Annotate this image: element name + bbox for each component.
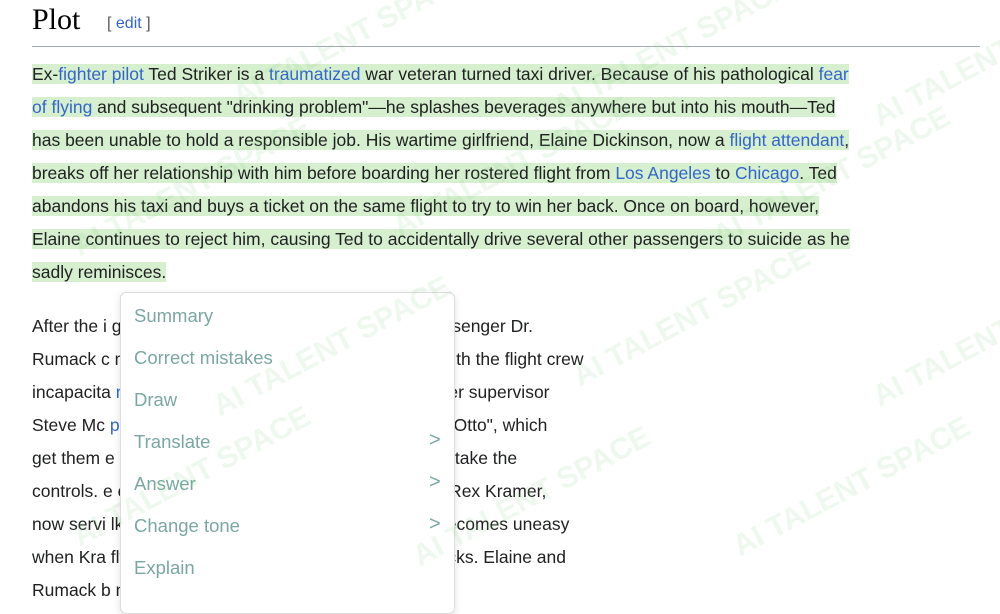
text-segment: war veteran turned taxi driver. Because … <box>360 64 819 84</box>
text-line: has been unable to hold a responsible jo… <box>32 124 980 157</box>
highlighted-selection: Ex-fighter pilot Ted Striker is a trauma… <box>32 64 849 84</box>
menu-item-label: Change tone <box>134 515 240 536</box>
text-segment: has been unable to hold a responsible jo… <box>32 130 730 150</box>
text-segment: controls. <box>32 481 103 501</box>
menu-item-explain[interactable]: Explain <box>121 547 454 589</box>
menu-item-label: Draw <box>134 389 178 410</box>
menu-item-answer[interactable]: Answer > <box>121 463 454 505</box>
text-segment: , <box>844 130 850 150</box>
text-segment: Rumack c <box>32 349 110 369</box>
article-link[interactable]: of flying <box>32 97 92 117</box>
menu-item-label: Answer <box>134 473 196 494</box>
submenu-arrow-icon: > <box>429 429 441 451</box>
text-segment: when Kra <box>32 547 106 567</box>
edit-section-link-wrapper: [ edit ] <box>107 15 151 33</box>
menu-item-correct-mistakes[interactable]: Correct mistakes <box>121 337 454 379</box>
text-segment: incapacita <box>32 382 111 402</box>
text-segment: now servi <box>32 514 106 534</box>
text-line: breaks off her relationship with him bef… <box>32 157 980 190</box>
menu-item-label: Summary <box>134 305 214 326</box>
submenu-arrow-icon: > <box>429 513 441 535</box>
menu-item-translate[interactable]: Translate > <box>121 421 454 463</box>
text-line: sadly reminisces. <box>32 256 980 289</box>
text-segment: Elaine continues to reject him, causing … <box>32 229 850 249</box>
text-segment: get them <box>32 448 101 468</box>
text-segment: abandons his taxi and buys a ticket on t… <box>32 196 819 216</box>
highlighted-selection: abandons his taxi and buys a ticket on t… <box>32 196 819 216</box>
highlighted-selection: breaks off her relationship with him bef… <box>32 163 837 183</box>
edit-section-link[interactable]: edit <box>116 15 142 32</box>
highlighted-selection: sadly reminisces. <box>32 262 167 282</box>
text-segment: and subsequent "drinking problem"—he spl… <box>92 97 836 117</box>
menu-item-change-tone[interactable]: Change tone > <box>121 505 454 547</box>
edit-bracket-close: ] <box>146 15 151 32</box>
text-segment: Steve Mc <box>32 415 105 435</box>
menu-item-label: Explain <box>134 557 195 578</box>
text-line: abandons his taxi and buys a ticket on t… <box>32 190 980 223</box>
article-link[interactable]: Chicago <box>735 163 799 183</box>
text-segment: After the i <box>32 316 107 336</box>
highlighted-selection: has been unable to hold a responsible jo… <box>32 130 850 150</box>
text-segment: breaks off her relationship with him bef… <box>32 163 616 183</box>
text-segment: Ted Striker is a <box>143 64 269 84</box>
article-link[interactable]: traumatized <box>269 64 360 84</box>
text-segment: Rumack b <box>32 580 111 600</box>
text-line: of flying and subsequent "drinking probl… <box>32 91 980 124</box>
text-segment: sadly reminisces. <box>32 262 167 282</box>
menu-item-draw[interactable]: Draw <box>121 379 454 421</box>
menu-item-label: Correct mistakes <box>134 347 273 368</box>
text-line: Ex-fighter pilot Ted Striker is a trauma… <box>32 58 980 91</box>
section-title: Plot <box>32 3 81 36</box>
highlighted-selection: Elaine continues to reject him, causing … <box>32 229 850 249</box>
article-link[interactable]: fighter pilot <box>58 64 144 84</box>
article-link[interactable]: flight attendant <box>729 130 844 150</box>
edit-bracket-open: [ <box>107 15 112 32</box>
text-segment: to <box>710 163 735 183</box>
article-link[interactable]: fear <box>819 64 849 84</box>
text-segment: Ex- <box>32 64 59 84</box>
ai-context-menu: Summary Correct mistakes Draw Translate > Ans… <box>120 292 455 614</box>
text-segment: . Ted <box>799 163 837 183</box>
highlighted-selection: of flying and subsequent "drinking probl… <box>32 97 836 117</box>
submenu-arrow-icon: > <box>429 471 441 493</box>
article-link[interactable]: Los Angeles <box>615 163 710 183</box>
plot-paragraph-1: Ex-fighter pilot Ted Striker is a trauma… <box>32 58 980 289</box>
menu-item-label: Translate <box>134 431 211 452</box>
section-heading: Plot [ edit ] <box>32 0 980 47</box>
menu-item-summary[interactable]: Summary <box>121 295 454 337</box>
text-line: Elaine continues to reject him, causing … <box>32 223 980 256</box>
